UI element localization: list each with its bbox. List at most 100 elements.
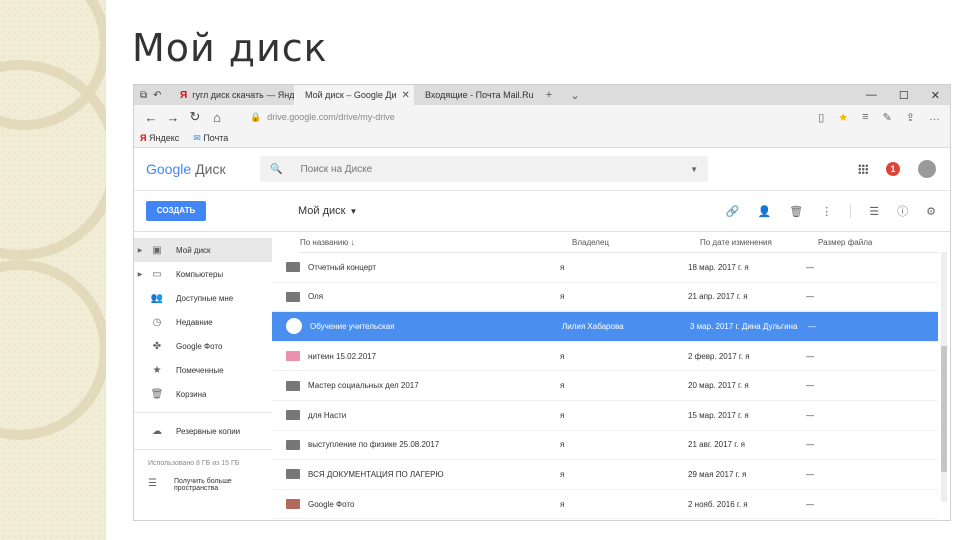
url-field[interactable]: 🔒 drive.google.com/drive/my-drive	[250, 112, 770, 123]
sidebar-item-label: Резервные копии	[176, 426, 241, 436]
sidebar-item-backups[interactable]: ☁ Резервные копии	[134, 419, 272, 443]
hub-icon[interactable]: ≡	[862, 111, 868, 124]
table-row[interactable]: для Насти я 15 мар. 2017 г. я —	[272, 401, 938, 431]
cell-name: для Насти	[308, 410, 347, 420]
forward-icon[interactable]: →	[162, 110, 184, 125]
upgrade-storage-link[interactable]: ☰ Получить больше пространства	[134, 478, 272, 492]
cell-date: 29 мая 2017 г. я	[688, 469, 747, 479]
column-label: По названию	[300, 237, 349, 247]
create-button[interactable]: СОЗДАТЬ	[146, 201, 206, 221]
folder-icon	[286, 351, 300, 362]
google-wordmark: Google	[146, 161, 192, 177]
column-size[interactable]: Размер файла	[818, 238, 898, 247]
tab-mail[interactable]: Входящие - Почта Mail.Ru	[414, 85, 536, 105]
storage-list-icon: ☰	[148, 478, 157, 489]
pen-icon[interactable]: ✎	[883, 111, 892, 124]
expand-icon[interactable]: ▶	[134, 271, 146, 278]
drive-logo[interactable]: Google Диск	[134, 161, 256, 177]
favorites-bar: Я Яндекс ✉ Почта	[134, 129, 950, 148]
folder-icon	[286, 262, 300, 273]
table-row[interactable]: нитеин 15.02.2017 я 2 февр. 2017 г. я —	[272, 342, 938, 372]
column-owner[interactable]: Владелец	[572, 238, 700, 247]
yandex-icon: Я	[140, 133, 147, 143]
sidebar-item-trash[interactable]: 🗑 Корзина	[134, 382, 272, 406]
favorite-label: Яндекс	[148, 133, 180, 143]
drive-toolbar: СОЗДАТЬ Мой диск ▼ 🔗 👤 🗑 ⋮ ☰ ⓘ ⚙	[134, 191, 950, 232]
apps-grid-icon[interactable]	[858, 164, 868, 174]
sidebar-item-photos[interactable]: ✤ Google Фото	[134, 334, 272, 358]
favorite-yandex[interactable]: Я Яндекс	[140, 133, 179, 143]
drive-folder-icon: ▣	[152, 244, 162, 256]
search-input[interactable]: 🔍 Поиск на Диске ▼	[260, 156, 708, 182]
sidebar-item-shared[interactable]: 👥 Доступные мне	[134, 286, 272, 310]
folder-icon	[286, 499, 300, 510]
favorite-label: Почта	[203, 132, 229, 143]
expand-icon[interactable]: ▶	[134, 247, 146, 254]
sidebar-item-recent[interactable]: ◷ Недавние	[134, 310, 272, 334]
cell-size: —	[808, 321, 816, 331]
add-person-icon[interactable]: 👤	[758, 205, 772, 218]
more-vert-icon[interactable]: ⋮	[821, 205, 832, 218]
close-tab-icon[interactable]: ✕	[402, 90, 410, 101]
table-row[interactable]: Обучение учительская Лилия Хабарова 3 мар.…	[272, 312, 938, 342]
file-list-header: По названию ↓ Владелец По дате изменения…	[300, 232, 938, 253]
home-icon[interactable]: ⌂	[206, 110, 228, 125]
product-name: Диск	[195, 161, 226, 177]
list-view-icon[interactable]: ☰	[869, 205, 879, 218]
shared-folder-icon	[286, 318, 302, 335]
maximize-icon[interactable]: ☐	[899, 89, 909, 102]
cell-size: —	[806, 440, 814, 450]
computer-icon: ▭	[152, 268, 162, 280]
sidebar-item-starred[interactable]: ★ Помеченные	[134, 358, 272, 382]
link-icon[interactable]: 🔗	[726, 205, 740, 218]
table-row[interactable]: Оля я 21 апр. 2017 г. я —	[272, 283, 938, 313]
breadcrumb[interactable]: Мой диск ▼	[298, 205, 357, 217]
table-row[interactable]: Отчетный концерт я 18 мар. 2017 г. я —	[272, 253, 938, 283]
share-icon[interactable]: ⇪	[906, 111, 915, 124]
notification-badge[interactable]: 1	[886, 162, 900, 176]
search-icon[interactable]: 🔍	[270, 164, 282, 175]
more-icon[interactable]: …	[929, 111, 940, 124]
reading-view-icon[interactable]: ▯	[818, 111, 824, 124]
column-date[interactable]: По дате изменения	[700, 238, 818, 247]
back-tab-icon[interactable]: ↶	[153, 90, 161, 101]
star-icon: ★	[152, 364, 162, 376]
cell-date: 2 февр. 2017 г. я	[688, 351, 750, 361]
tab-list-icon[interactable]: ⌄	[562, 89, 588, 102]
close-window-icon[interactable]: ✕	[931, 89, 940, 102]
sort-by-name[interactable]: По названию ↓	[300, 238, 572, 247]
settings-gear-icon[interactable]: ⚙	[926, 205, 936, 218]
scrollbar-thumb[interactable]	[941, 346, 947, 472]
table-row[interactable]: Мастер социальных дел 2017 я 20 мар. 2017 …	[272, 371, 938, 401]
cell-owner: я	[560, 351, 565, 361]
folder-icon	[286, 439, 300, 450]
tab-drive[interactable]: Мой диск – Google Ди ✕	[294, 85, 414, 105]
tab-bar: ⧉ ↶ Я гугл диск скачать — Яндек Мой диск …	[134, 85, 950, 105]
search-options-icon[interactable]: ▼	[690, 165, 698, 174]
tab-yandex[interactable]: Я гугл диск скачать — Яндек	[174, 85, 294, 105]
refresh-icon[interactable]: ↻	[184, 109, 206, 125]
minimize-icon[interactable]: —	[866, 89, 877, 102]
info-icon[interactable]: ⓘ	[897, 203, 908, 219]
table-row[interactable]: выступление по физике 25.08.2017 я 21 авг.…	[272, 431, 938, 461]
table-row[interactable]: Google Фото я 2 нояб. 2016 г. я —	[272, 490, 938, 520]
upgrade-line1: Получить больше	[174, 478, 232, 485]
cell-owner: я	[560, 292, 565, 302]
cell-name: Мастер социальных дел 2017	[308, 381, 419, 391]
back-icon[interactable]: ←	[140, 110, 162, 125]
avatar[interactable]	[918, 160, 936, 178]
sidebar-item-computers[interactable]: ▶ ▭ Компьютеры	[134, 262, 272, 286]
new-tab-icon[interactable]: +	[536, 89, 562, 101]
tabs-icon[interactable]: ⧉	[140, 90, 147, 101]
tab-actions[interactable]: ⧉ ↶	[134, 90, 174, 101]
table-row[interactable]: ВСЯ ДОКУМЕНТАЦИЯ ПО ЛАГЕРЮ я 29 мая 2017 г…	[272, 460, 938, 490]
sidebar-item-my-drive[interactable]: ▶ ▣ Мой диск	[134, 238, 272, 262]
scrollbar[interactable]	[941, 252, 947, 502]
cell-owner: я	[560, 381, 565, 391]
favorite-star-icon[interactable]: ★	[838, 111, 848, 124]
folder-icon	[286, 291, 300, 302]
tab-label: Входящие - Почта Mail.Ru	[425, 90, 534, 100]
trash-icon[interactable]: 🗑	[789, 205, 803, 218]
cell-name: Оля	[308, 292, 324, 302]
favorite-mail[interactable]: ✉ Почта	[193, 133, 228, 144]
